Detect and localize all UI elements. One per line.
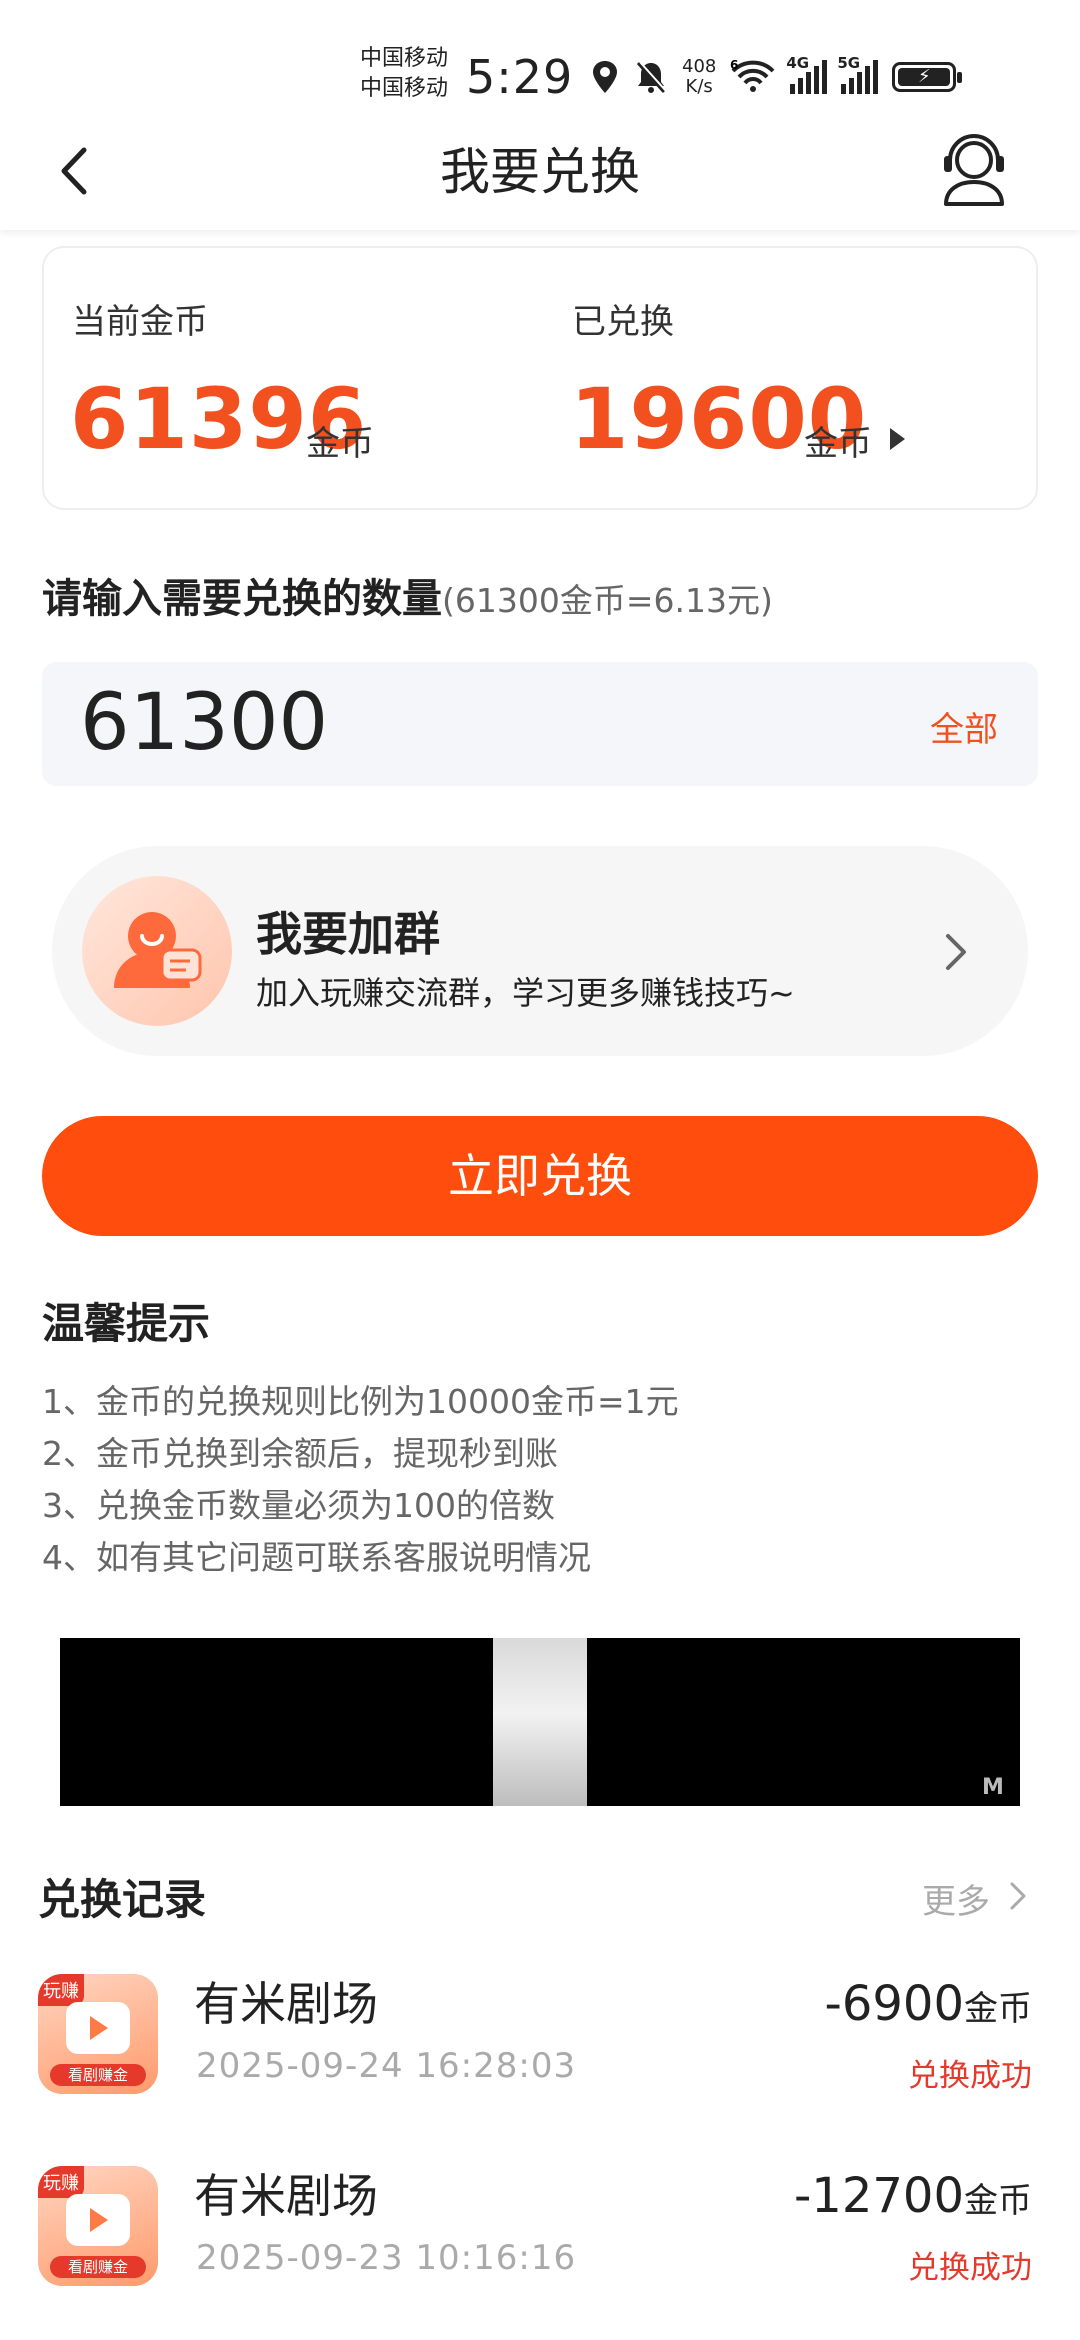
- tip-item: 1、金币的兑换规则比例为10000金币=1元: [42, 1382, 679, 1421]
- records-more-link[interactable]: 更多: [922, 1874, 990, 1923]
- tip-item: 4、如有其它问题可联系客服说明情况: [42, 1538, 591, 1577]
- carrier-label: 中国移动: [360, 76, 449, 101]
- record-amount: -6900金币: [825, 1976, 1032, 2032]
- exchange-amount-value[interactable]: 61300: [80, 678, 328, 768]
- tips-title: 温馨提示: [42, 1299, 211, 1348]
- record-row[interactable]: 玩赚 看剧赚金 有米剧场 2025-09-23 10:16:16 -12700金…: [0, 2154, 1080, 2324]
- customer-service-icon[interactable]: [934, 126, 1014, 210]
- exchanged-coins-unit[interactable]: 金币: [804, 416, 872, 465]
- records-title: 兑换记录: [38, 1875, 207, 1924]
- app-icon-footer: 看剧赚金: [50, 2064, 146, 2086]
- record-amount-value: -6900: [824, 1976, 964, 2032]
- status-icons: 408 K/s 6 4G 5G ⚡: [590, 52, 963, 102]
- coin-balance-card: 当前金币 61396 金币 已兑换 19600 金币: [42, 246, 1038, 510]
- record-date: 2025-09-24 16:28:03: [196, 2046, 577, 2086]
- top-nav-bar: 我要兑换: [0, 118, 1080, 230]
- signal-label: 4G: [786, 54, 810, 72]
- play-icon: [66, 2194, 130, 2246]
- tips-list: 1、金币的兑换规则比例为10000金币=1元 2、金币兑换到余额后，提现秒到账 …: [42, 1376, 679, 1584]
- wifi-label: 6: [730, 59, 738, 72]
- record-amount-unit: 金币: [964, 1989, 1032, 2029]
- exchange-now-button[interactable]: 立即兑换: [42, 1116, 1038, 1236]
- status-time: 5:29: [466, 50, 574, 104]
- record-date: 2025-09-23 10:16:16: [196, 2238, 577, 2278]
- exchange-amount-title: 请输入需要兑换的数量: [42, 576, 442, 622]
- record-row[interactable]: 玩赚 看剧赚金 有米剧场 2025-09-24 16:28:03 -6900金币…: [0, 1962, 1080, 2132]
- group-title: 我要加群: [256, 907, 440, 961]
- battery-icon: ⚡: [892, 62, 963, 92]
- record-amount-value: -12700: [793, 2168, 964, 2224]
- signal-icon: 5G: [837, 54, 879, 94]
- wifi-icon: 6: [730, 59, 775, 92]
- join-group-banner[interactable]: 我要加群 加入玩赚交流群，学习更多赚钱技巧~: [52, 846, 1028, 1056]
- tip-item: 2、金币兑换到余额后，提现秒到账: [42, 1434, 558, 1473]
- exchanged-coins-label: 已兑换: [572, 302, 674, 342]
- net-speed-unit: K/s: [685, 76, 713, 97]
- app-icon: 玩赚 看剧赚金: [38, 2166, 158, 2286]
- chevron-right-icon[interactable]: [936, 922, 976, 982]
- current-coins-unit: 金币: [306, 424, 374, 464]
- record-app-name: 有米剧场: [194, 2169, 378, 2223]
- group-chat-icon: [82, 876, 232, 1026]
- ad-banner[interactable]: M: [60, 1638, 1020, 1806]
- network-speed: 408 K/s: [682, 57, 716, 97]
- select-all-button[interactable]: 全部: [930, 702, 998, 751]
- play-icon: [66, 2002, 130, 2054]
- record-status: 兑换成功: [908, 2250, 1032, 2286]
- tip-item: 3、兑换金币数量必须为100的倍数: [42, 1486, 555, 1525]
- record-amount-unit: 金币: [964, 2181, 1032, 2221]
- signal-icon: 4G: [786, 54, 828, 94]
- group-subtitle: 加入玩赚交流群，学习更多赚钱技巧~: [256, 974, 795, 1012]
- exchange-amount-input[interactable]: 61300 全部: [42, 662, 1038, 786]
- location-icon: [593, 61, 617, 93]
- bell-muted-icon: [636, 61, 667, 94]
- record-amount: -12700金币: [794, 2168, 1032, 2224]
- app-icon: 玩赚 看剧赚金: [38, 1974, 158, 2094]
- signal-label: 5G: [837, 54, 861, 72]
- record-app-name: 有米剧场: [194, 1977, 378, 2031]
- caret-right-icon[interactable]: [890, 428, 905, 450]
- ad-thumbnail[interactable]: [493, 1638, 587, 1806]
- current-coins-label: 当前金币: [72, 302, 208, 342]
- carrier-label: 中国移动: [360, 46, 449, 71]
- exchange-amount-hint: (61300金币=6.13元): [442, 581, 773, 620]
- carrier-info: 中国移动 中国移动: [360, 44, 448, 104]
- app-icon-footer: 看剧赚金: [50, 2256, 146, 2278]
- record-status: 兑换成功: [908, 2058, 1032, 2094]
- ad-logo-icon: M: [982, 1775, 1004, 1800]
- page-title: 我要兑换: [440, 143, 640, 201]
- net-speed-value: 408: [682, 56, 717, 77]
- chevron-right-icon[interactable]: [1006, 1878, 1030, 1914]
- status-bar: 中国移动 中国移动 5:29 408 K/s 6 4G 5G ⚡: [0, 0, 1080, 118]
- exchange-amount-label: 请输入需要兑换的数量(61300金币=6.13元): [42, 566, 773, 624]
